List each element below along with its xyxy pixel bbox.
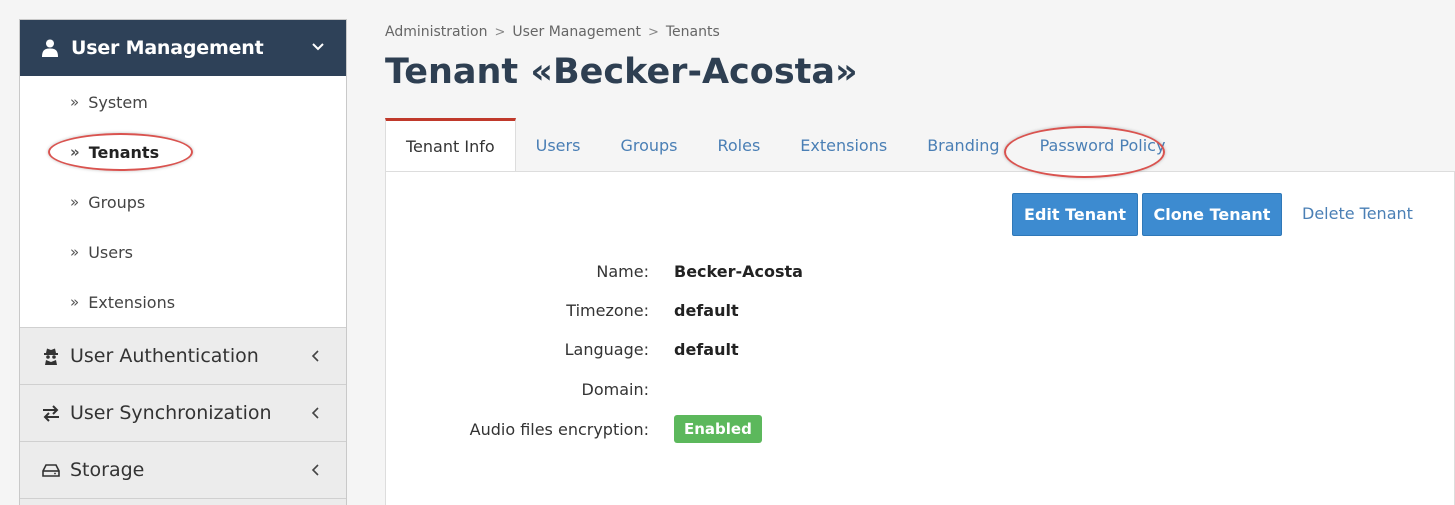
tab-groups[interactable]: Groups [600,118,697,172]
sidebar-item-label: Users [88,242,133,262]
sidebar-submenu: » System » Tenants » Groups » Users » Ex… [20,76,346,328]
double-chevron-right-icon: » [70,93,80,111]
user-icon [42,39,58,57]
name-label: Name: [596,261,649,281]
sidebar-header-title: User Management [71,37,264,59]
sidebar-item-system[interactable]: » System [20,77,346,127]
sidebar-header-user-management[interactable]: User Management [20,20,346,76]
sidebar-section-label: User Synchronization [70,402,272,424]
delete-tenant-link[interactable]: Delete Tenant [1302,204,1413,223]
chevron-right-icon: > [494,24,506,40]
timezone-value: default [674,300,739,320]
tab-bar: Tenant Info Users Groups Roles Extension… [385,118,1455,172]
sidebar-item-label: Groups [88,192,146,212]
double-chevron-right-icon: » [70,143,80,161]
page-title: Tenant «Becker-Acosta» [385,52,858,92]
tab-tenant-info[interactable]: Tenant Info [385,118,516,172]
language-value: default [674,339,739,359]
sidebar-item-label: System [88,92,148,112]
domain-label: Domain: [581,379,649,399]
info-row-timezone: Timezone: default [386,299,986,321]
sidebar-item-users[interactable]: » Users [20,227,346,277]
sidebar-section-storage[interactable]: Storage [20,442,346,499]
breadcrumb-item-tenants: Tenants [665,24,720,40]
tab-users[interactable]: Users [516,118,601,172]
tab-password-policy[interactable]: Password Policy [1020,118,1186,172]
double-chevron-right-icon: » [70,193,80,211]
chevron-left-icon [311,407,319,419]
info-row-audio-encryption: Audio files encryption: Enabled [386,415,986,443]
hdd-icon [42,464,60,477]
sidebar-item-tenants[interactable]: » Tenants [20,127,346,177]
chevron-right-icon: > [647,24,659,40]
breadcrumb: Administration > User Management > Tenan… [385,24,720,40]
chevron-down-icon[interactable] [311,40,325,54]
info-row-domain: Domain: [386,378,986,400]
spy-icon [44,348,58,365]
tab-branding[interactable]: Branding [907,118,1019,172]
info-row-name: Name: Becker-Acosta [386,260,986,282]
edit-tenant-button[interactable]: Edit Tenant [1012,193,1138,236]
sidebar-item-extensions[interactable]: » Extensions [20,277,346,327]
info-row-language: Language: default [386,338,986,360]
breadcrumb-item-user-management[interactable]: User Management [512,24,641,40]
status-badge: Enabled [674,415,762,443]
tab-extensions[interactable]: Extensions [780,118,907,172]
chevron-left-icon [311,350,319,362]
language-label: Language: [564,339,649,359]
sidebar-item-label: Tenants [88,142,160,162]
sidebar-section-label: Storage [70,459,145,481]
chevron-left-icon [311,464,319,476]
tab-roles[interactable]: Roles [697,118,780,172]
exchange-icon [43,405,59,422]
sidebar-section-label: User Authentication [70,345,259,367]
sidebar: User Management » System » Tenants » Gro… [19,19,347,505]
double-chevron-right-icon: » [70,243,80,261]
clone-tenant-button[interactable]: Clone Tenant [1142,193,1282,236]
double-chevron-right-icon: » [70,293,80,311]
breadcrumb-item-administration[interactable]: Administration [385,24,487,40]
name-value: Becker-Acosta [674,261,803,281]
audio-encryption-label: Audio files encryption: [469,419,649,439]
timezone-label: Timezone: [566,300,649,320]
sidebar-item-label: Extensions [88,292,176,312]
tenant-info-panel: Edit Tenant Clone Tenant Delete Tenant N… [385,171,1455,505]
sidebar-section-user-synchronization[interactable]: User Synchronization [20,385,346,442]
sidebar-section-user-authentication[interactable]: User Authentication [20,328,346,385]
sidebar-item-groups[interactable]: » Groups [20,177,346,227]
